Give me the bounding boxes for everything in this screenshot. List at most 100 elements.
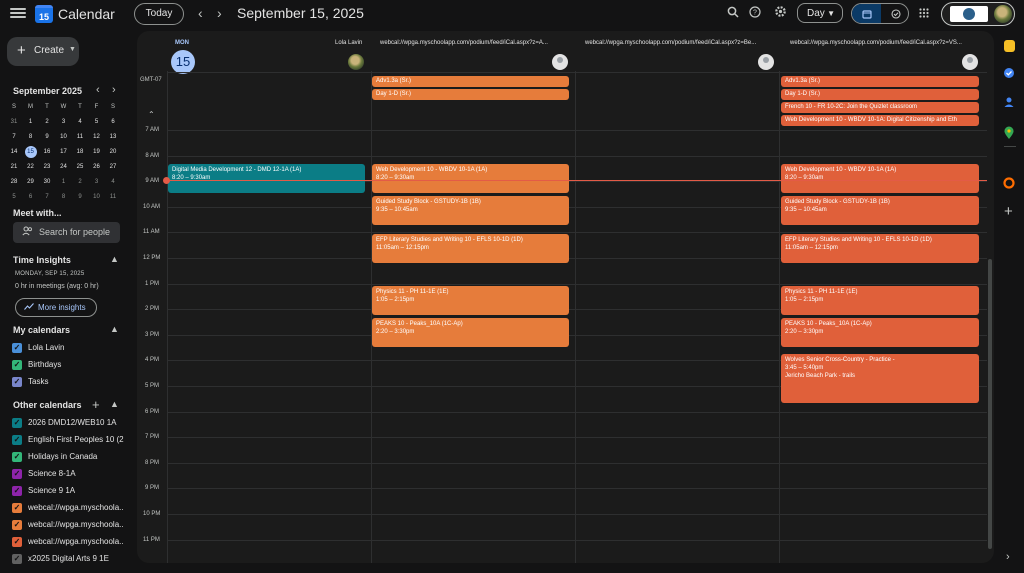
calendar-view-toggle[interactable]	[852, 4, 881, 23]
checkbox-checked-icon[interactable]: ✓	[12, 503, 22, 513]
mini-calendar-day[interactable]: 11	[72, 130, 88, 144]
next-day-button[interactable]: ›	[217, 5, 222, 21]
calendar-event[interactable]: Physics 11 - PH 11-1E (1E) 1:05 – 2:15pm	[372, 286, 569, 315]
mini-calendar-day[interactable]: 21	[6, 160, 22, 174]
calendar-event[interactable]: PEAKS 10 - Peaks_10A (1C-Ap) 2:20 – 3:30…	[781, 318, 979, 347]
day-number[interactable]: 15	[171, 50, 195, 74]
mini-calendar-day[interactable]: 31	[6, 115, 22, 129]
mini-calendar-day[interactable]: 3	[56, 115, 72, 129]
calendar-list-item[interactable]: ✓ Holidays in Canada	[12, 451, 124, 463]
calendar-list-item[interactable]: ✓ Science 9 1A	[12, 485, 124, 497]
calendar-list-item[interactable]: ✓ English First Peoples 10 (2...	[12, 434, 124, 446]
checkbox-checked-icon[interactable]: ✓	[12, 537, 22, 547]
mini-calendar-day[interactable]: 28	[6, 175, 22, 189]
collapse-allday-icon[interactable]: ⌃	[148, 110, 155, 119]
expand-side-panel-icon[interactable]: ›	[1006, 551, 1010, 563]
mini-calendar-day[interactable]: 6	[23, 190, 39, 204]
add-other-calendar-icon[interactable]: +	[92, 397, 100, 412]
mini-calendar-day[interactable]: 1	[23, 115, 39, 129]
mini-calendar-day[interactable]: 8	[56, 190, 72, 204]
mini-calendar-day[interactable]: 24	[56, 160, 72, 174]
checkbox-checked-icon[interactable]: ✓	[12, 452, 22, 462]
main-menu-icon[interactable]	[10, 6, 26, 20]
calendar-event[interactable]: Guided Study Block - GSTUDY-1B (1B) 9:35…	[781, 196, 979, 225]
mini-calendar-day[interactable]: 12	[89, 130, 105, 144]
mini-calendar-day[interactable]: 11	[105, 190, 121, 204]
mini-calendar-day[interactable]: 19	[89, 145, 105, 159]
account-avatar[interactable]	[994, 5, 1012, 23]
calendar-event[interactable]: EFP Literary Studies and Writing 10 - EF…	[372, 234, 569, 263]
account-switcher[interactable]	[941, 2, 1015, 26]
calendar-event[interactable]: Guided Study Block - GSTUDY-1B (1B) 9:35…	[372, 196, 569, 225]
mini-calendar-day[interactable]: 4	[105, 175, 121, 189]
today-button[interactable]: Today	[134, 3, 184, 25]
contacts-icon[interactable]	[1003, 96, 1015, 108]
checkbox-checked-icon[interactable]: ✓	[12, 520, 22, 530]
mini-calendar-day[interactable]: 10	[89, 190, 105, 204]
mini-calendar-day[interactable]: 7	[39, 190, 55, 204]
mini-calendar-prev-button[interactable]: ‹	[96, 84, 100, 96]
mini-calendar-day[interactable]: 30	[39, 175, 55, 189]
mini-calendar-day[interactable]: 16	[39, 145, 55, 159]
allday-event[interactable]: Adv1.3a (Sr.)	[372, 76, 569, 87]
mini-calendar-day[interactable]: 9	[39, 130, 55, 144]
calendar-event[interactable]: Physics 11 - PH 11-1E (1E) 1:05 – 2:15pm	[781, 286, 979, 315]
mini-calendar-day[interactable]: 8	[23, 130, 39, 144]
checkbox-checked-icon[interactable]: ✓	[12, 343, 22, 353]
create-button[interactable]: + Create ▼	[7, 37, 79, 66]
mini-calendar-day[interactable]: 9	[72, 190, 88, 204]
mini-calendar-day[interactable]: 17	[56, 145, 72, 159]
calendar-event[interactable]: Wolves Senior Cross-Country - Practice -…	[781, 354, 979, 403]
collapse-time-insights-icon[interactable]: ▲	[110, 254, 119, 264]
checkbox-checked-icon[interactable]: ✓	[12, 435, 22, 445]
get-addons-plus-icon[interactable]: +	[1004, 203, 1013, 220]
vertical-scrollbar[interactable]	[988, 259, 992, 549]
calendar-list-item[interactable]: ✓ 2026 DMD12/WEB10 1A	[12, 417, 124, 429]
mini-calendar-day[interactable]: 22	[23, 160, 39, 174]
maps-icon[interactable]	[1003, 126, 1015, 140]
mini-calendar-day[interactable]: 20	[105, 145, 121, 159]
calendar-event[interactable]: EFP Literary Studies and Writing 10 - EF…	[781, 234, 979, 263]
calendar-list-item[interactable]: ✓ Science 8-1A	[12, 468, 124, 480]
mini-calendar-day[interactable]: 2	[39, 115, 55, 129]
mini-calendar-day[interactable]: 23	[39, 160, 55, 174]
mini-calendar-day[interactable]: 7	[6, 130, 22, 144]
mini-calendar-day[interactable]: 1	[56, 175, 72, 189]
mini-calendar-next-button[interactable]: ›	[112, 84, 116, 96]
collapse-other-calendars-icon[interactable]: ▲	[110, 399, 119, 409]
mini-calendar-day[interactable]: 10	[56, 130, 72, 144]
mini-calendar-day[interactable]: 5	[89, 115, 105, 129]
checkbox-checked-icon[interactable]: ✓	[12, 554, 22, 564]
allday-event[interactable]: Day 1-D (Sr.)	[781, 89, 979, 100]
collapse-my-calendars-icon[interactable]: ▲	[110, 324, 119, 334]
mini-calendar-day[interactable]: 26	[89, 160, 105, 174]
calendar-list-item[interactable]: ✓ webcal://wpga.myschoola...	[12, 519, 124, 531]
more-insights-button[interactable]: More insights	[15, 298, 97, 317]
mini-calendar-day[interactable]: 4	[72, 115, 88, 129]
calendar-list-item[interactable]: ✓ Tasks	[12, 376, 124, 388]
allday-event[interactable]: Adv1.3a (Sr.)	[781, 76, 979, 87]
mini-calendar-day[interactable]: 18	[72, 145, 88, 159]
keep-icon[interactable]	[1004, 40, 1015, 52]
calendar-event[interactable]: Web Development 10 - WBDV 10-1A (1A) 8:2…	[781, 164, 979, 193]
mini-calendar-day[interactable]: 27	[105, 160, 121, 174]
checkbox-checked-icon[interactable]: ✓	[12, 486, 22, 496]
mini-calendar-day[interactable]: 5	[6, 190, 22, 204]
addon-icon[interactable]	[1003, 177, 1015, 189]
mini-calendar-day[interactable]: 29	[23, 175, 39, 189]
calendar-list-item[interactable]: ✓ webcal://wpga.myschoola...	[12, 536, 124, 548]
mini-calendar-day[interactable]: 13	[105, 130, 121, 144]
settings-gear-icon[interactable]	[771, 5, 789, 23]
mini-calendar-day[interactable]: 3	[89, 175, 105, 189]
mini-calendar-day[interactable]: 6	[105, 115, 121, 129]
mini-calendar-day[interactable]: 25	[72, 160, 88, 174]
search-people-input[interactable]: Search for people	[13, 222, 120, 243]
tasks-icon[interactable]	[1003, 67, 1015, 79]
mini-calendar-day[interactable]: 15	[24, 146, 37, 158]
checkbox-checked-icon[interactable]: ✓	[12, 377, 22, 387]
allday-event[interactable]: French 10 - FR 10-2C: Join the Quizlet c…	[781, 102, 979, 113]
calendar-event[interactable]: Digital Media Development 12 - DMD 12-1A…	[168, 164, 365, 193]
checkbox-checked-icon[interactable]: ✓	[12, 469, 22, 479]
tasks-view-toggle[interactable]	[881, 4, 908, 23]
calendar-list-item[interactable]: ✓ Lola Lavin	[12, 342, 124, 354]
